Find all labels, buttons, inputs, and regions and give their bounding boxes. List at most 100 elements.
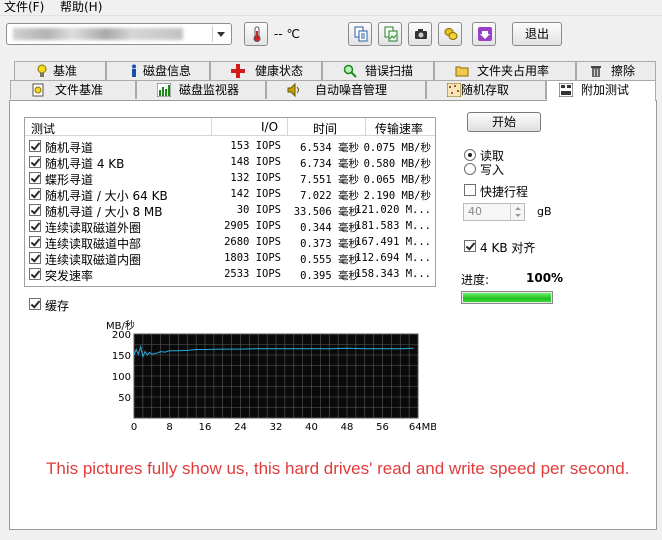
- row-checkbox[interactable]: [29, 236, 41, 248]
- row-checkbox[interactable]: [29, 188, 41, 200]
- copy-text-icon: [354, 26, 368, 42]
- red-cross-icon: [231, 64, 245, 78]
- speaker-icon: [287, 83, 299, 97]
- write-label: 写入: [480, 163, 505, 177]
- random-dots-icon: [447, 83, 461, 97]
- folder-icon: [455, 66, 469, 77]
- info-icon: [132, 64, 136, 77]
- spinner-arrows-icon[interactable]: [510, 204, 524, 220]
- exit-button[interactable]: 退出: [512, 22, 562, 46]
- download-button[interactable]: [472, 22, 496, 46]
- row-io: 153 IOPS: [230, 140, 281, 152]
- row-io: 2680 IOPS: [224, 236, 281, 248]
- row-time: 33.506 毫秒: [293, 206, 359, 218]
- row-speed: 167.491 M...: [355, 236, 431, 248]
- row-time: 7.551 毫秒: [300, 174, 359, 186]
- tab-noise-management[interactable]: 自动噪音管理: [266, 80, 426, 99]
- row-io: 132 IOPS: [230, 172, 281, 184]
- table-row: 随机寻道 / 大小 64 KB 142 IOPS 7.022 毫秒 2.190 MB/…: [25, 186, 435, 203]
- align-4kb-checkbox[interactable]: [464, 240, 476, 252]
- copy-image-icon: [384, 26, 398, 42]
- caption-text: This pictures fully show us, this hard d…: [46, 459, 630, 478]
- drive-name-blurred: [13, 28, 183, 40]
- extra-tests-icon: [559, 83, 573, 97]
- camera-icon: [415, 29, 427, 39]
- row-speed: 0.065 MB/秒: [363, 174, 431, 186]
- tab-erase[interactable]: 擦除: [576, 61, 656, 80]
- row-checkbox[interactable]: [29, 220, 41, 232]
- download-icon: [478, 27, 492, 41]
- menu-file[interactable]: 文件(F): [4, 0, 44, 15]
- row-time: 0.344 毫秒: [300, 222, 359, 234]
- copy-image-button[interactable]: [378, 22, 402, 46]
- x-tick-label: 16: [199, 422, 212, 433]
- row-test-name: 突发速率: [45, 269, 94, 283]
- row-checkbox[interactable]: [29, 252, 41, 264]
- x-tick-label: 0: [131, 422, 137, 433]
- tab-health[interactable]: 健康状态: [210, 61, 322, 80]
- table-header: 测试 I/O 时间 传输速率: [25, 118, 435, 136]
- tab-disk-info[interactable]: 磁盘信息: [106, 61, 210, 80]
- short-stroke-unit: gB: [537, 205, 552, 218]
- row-io: 2533 IOPS: [224, 268, 281, 280]
- thermometer-button[interactable]: [244, 22, 268, 46]
- row-checkbox[interactable]: [29, 172, 41, 184]
- y-tick-label: 150: [112, 351, 131, 362]
- bar-chart-icon: [157, 83, 171, 97]
- row-speed: 0.075 MB/秒: [363, 142, 431, 154]
- table-row: 连续读取磁道外圈 2905 IOPS 0.344 毫秒 181.583 M...: [25, 218, 435, 235]
- tab-disk-monitor[interactable]: 磁盘监视器: [136, 80, 266, 99]
- row-checkbox[interactable]: [29, 140, 41, 152]
- thermometer-icon: [253, 26, 261, 42]
- tab-error-scan[interactable]: 错误扫描: [322, 61, 434, 80]
- row-checkbox[interactable]: [29, 268, 41, 280]
- table-row: 连续读取磁道内圈 1803 IOPS 0.555 毫秒 112.694 M...: [25, 250, 435, 267]
- read-radio[interactable]: [464, 149, 476, 161]
- row-speed: 158.343 M...: [355, 268, 431, 280]
- short-stroke-spinner[interactable]: 40: [463, 203, 525, 221]
- copy-text-button[interactable]: [348, 22, 372, 46]
- menu-help[interactable]: 帮助(H): [60, 0, 102, 15]
- cache-checkbox[interactable]: [29, 298, 41, 310]
- row-time: 6.734 毫秒: [300, 158, 359, 170]
- tab-row-2: 文件基准 磁盘监视器 自动噪音管理 随机存取 附加测试: [0, 80, 662, 101]
- y-tick-label: 200: [112, 330, 131, 341]
- tab-row-1: 基准 磁盘信息 健康状态 错误扫描 文件夹占用率 擦除: [0, 61, 662, 81]
- coins-button[interactable]: [438, 22, 462, 46]
- cache-label: 缓存: [45, 299, 70, 313]
- lightbulb-icon: [37, 64, 47, 77]
- start-button[interactable]: 开始: [467, 112, 541, 132]
- x-tick-label: 64MB: [409, 422, 436, 433]
- x-tick-label: 56: [376, 422, 389, 433]
- row-time: 0.555 毫秒: [300, 254, 359, 266]
- x-tick-label: 8: [166, 422, 172, 433]
- tab-folder-usage[interactable]: 文件夹占用率: [434, 61, 576, 80]
- tab-file-benchmark[interactable]: 文件基准: [10, 80, 136, 99]
- x-tick-label: 40: [305, 422, 318, 433]
- y-tick-label: 100: [112, 372, 131, 383]
- row-speed: 112.694 M...: [355, 252, 431, 264]
- write-radio[interactable]: [464, 163, 476, 175]
- header-test: 测试: [31, 122, 56, 136]
- short-stroke-label: 快捷行程: [480, 185, 529, 199]
- row-io: 148 IOPS: [230, 156, 281, 168]
- menu-bar: 文件(F) 帮助(H): [0, 0, 662, 16]
- row-speed: 2.190 MB/秒: [363, 190, 431, 202]
- short-stroke-checkbox[interactable]: [464, 184, 476, 196]
- drive-select[interactable]: [6, 23, 232, 45]
- row-time: 0.395 毫秒: [300, 270, 359, 282]
- x-tick-label: 48: [341, 422, 354, 433]
- x-tick-label: 24: [234, 422, 247, 433]
- progress-label: 进度:: [461, 273, 490, 287]
- tab-benchmark[interactable]: 基准: [14, 61, 106, 80]
- tab-random-access[interactable]: 随机存取: [426, 80, 546, 99]
- chevron-down-icon[interactable]: [212, 26, 229, 42]
- trash-icon: [591, 66, 601, 77]
- table-row: 连续读取磁道中部 2680 IOPS 0.373 毫秒 167.491 M...: [25, 234, 435, 251]
- row-checkbox[interactable]: [29, 156, 41, 168]
- screenshot-button[interactable]: [408, 22, 432, 46]
- row-checkbox[interactable]: [29, 204, 41, 216]
- magnifier-icon: [343, 64, 357, 78]
- table-row: 随机寻道 4 KB 148 IOPS 6.734 毫秒 0.580 MB/秒: [25, 154, 435, 171]
- tab-extra-tests[interactable]: 附加测试: [546, 80, 656, 101]
